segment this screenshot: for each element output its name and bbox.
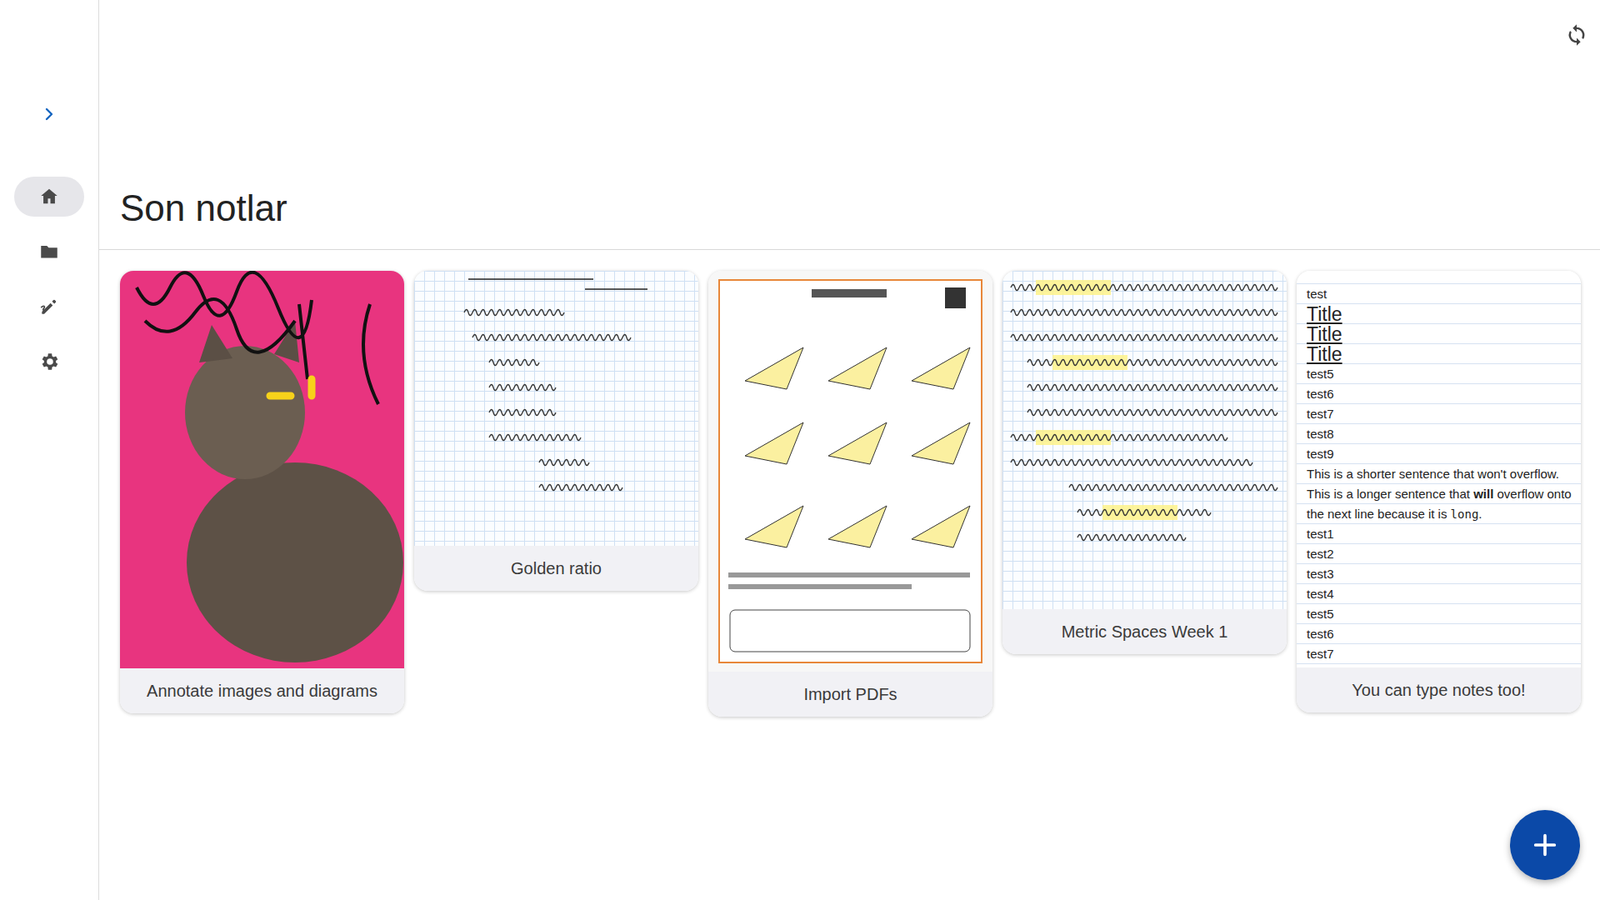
- note-title[interactable]: Import PDFs: [708, 671, 993, 717]
- sidebar-item[interactable]: [0, 334, 100, 390]
- typed-line: test7: [1306, 644, 1573, 665]
- typed-line: test5: [1306, 364, 1573, 385]
- text-run: will: [1473, 486, 1494, 501]
- sidebar-item-indicator[interactable]: [14, 341, 85, 382]
- note-preview[interactable]: testTitleTitleTitletest5test6test7test8t…: [1296, 270, 1581, 668]
- settings-gear-icon-svg[interactable]: [38, 350, 60, 373]
- sidebar-item-indicator[interactable]: [14, 286, 85, 327]
- note-card[interactable]: Import PDFs: [708, 270, 993, 717]
- pdf-preview[interactable]: [708, 270, 993, 672]
- text-run: test6: [1306, 386, 1335, 401]
- folder-icon-svg[interactable]: [38, 240, 60, 263]
- sidebar-item-indicator[interactable]: [14, 231, 85, 272]
- text-run: test3: [1306, 566, 1335, 581]
- top-bar: [99, 0, 1600, 70]
- note-title[interactable]: You can type notes too!: [1296, 667, 1581, 713]
- edit-icon-svg[interactable]: [38, 295, 60, 318]
- pdf-page: [718, 279, 983, 664]
- note-preview[interactable]: [120, 270, 405, 669]
- typed-line: Title: [1306, 344, 1573, 365]
- pdf-worksheet-icon-svg: [720, 280, 981, 662]
- text-run: test7: [1306, 406, 1335, 421]
- plus-icon[interactable]: [1530, 830, 1560, 860]
- typed-line: test3: [1306, 564, 1573, 585]
- note-card[interactable]: testTitleTitleTitletest5test6test7test8t…: [1296, 270, 1581, 713]
- home-icon[interactable]: [38, 185, 60, 208]
- text-run: Title: [1306, 323, 1343, 345]
- text-run: long: [1450, 507, 1480, 521]
- pdf-worksheet-icon: [720, 280, 981, 665]
- sidebar-item[interactable]: [0, 224, 100, 280]
- sync-icon-svg[interactable]: [1565, 23, 1589, 47]
- typed-line: test5: [1306, 604, 1573, 625]
- page-title: Son notlar: [120, 185, 1600, 232]
- text-run: .: [1478, 506, 1482, 521]
- text-run: test5: [1306, 366, 1335, 381]
- note-title[interactable]: Annotate images and diagrams: [120, 668, 405, 714]
- text-run: test2: [1306, 546, 1335, 561]
- note-card[interactable]: Annotate images and diagrams: [120, 270, 405, 714]
- note-photo[interactable]: [120, 270, 405, 669]
- text-run: This is a shorter sentence that won't ov…: [1306, 466, 1560, 481]
- typed-line: This is a shorter sentence that won't ov…: [1306, 464, 1573, 485]
- expand-button[interactable]: [32, 97, 66, 131]
- typed-note[interactable]: testTitleTitleTitletest5test6test7test8t…: [1296, 270, 1581, 668]
- folder-icon[interactable]: [38, 240, 60, 263]
- typed-line: Title: [1306, 324, 1573, 345]
- note-preview[interactable]: [1002, 270, 1287, 610]
- chevron-right-icon[interactable]: [39, 104, 60, 125]
- main-content: Son notlar Annotate images and diagrams Go…: [99, 0, 1600, 900]
- typed-line: test7: [1306, 404, 1573, 425]
- text-run: test: [1306, 286, 1327, 301]
- handwriting-sketch-icon-svg: [414, 270, 699, 546]
- typed-line: test6: [1306, 384, 1573, 405]
- typed-line: Title: [1306, 304, 1573, 325]
- text-run: test6: [1306, 626, 1335, 641]
- handwriting-sketch-icon: [414, 270, 699, 546]
- note-card[interactable]: Metric Spaces Week 1: [1002, 270, 1287, 655]
- typed-line: test6: [1306, 624, 1573, 645]
- typed-line: test4: [1306, 584, 1573, 605]
- text-run: test5: [1306, 606, 1335, 621]
- new-note-button[interactable]: [1510, 810, 1580, 880]
- page-header: Son notlar: [99, 70, 1600, 250]
- sidebar-item[interactable]: [0, 169, 100, 225]
- chevron-right-icon-svg[interactable]: [39, 104, 60, 125]
- text-run: Title: [1306, 343, 1343, 365]
- typed-line: test9: [1306, 444, 1573, 465]
- notes-grid: Annotate images and diagrams Golden ratio…: [99, 250, 1600, 717]
- text-run: test4: [1306, 586, 1335, 601]
- sidebar-item[interactable]: [0, 279, 100, 335]
- typed-line: test: [1306, 284, 1573, 305]
- text-run: test1: [1306, 526, 1335, 541]
- note-title[interactable]: Golden ratio: [414, 545, 699, 591]
- typed-line: test2: [1306, 544, 1573, 565]
- handwriting-sketch-icon-svg: [1002, 270, 1287, 610]
- note-card[interactable]: Golden ratio: [414, 270, 699, 591]
- typed-line: This is a longer sentence that will over…: [1306, 484, 1573, 525]
- text-run: Title: [1306, 303, 1343, 325]
- typed-line: test8: [1306, 424, 1573, 445]
- plus-icon-svg[interactable]: [1530, 830, 1560, 860]
- typed-line: test1: [1306, 524, 1573, 545]
- home-icon-svg[interactable]: [38, 185, 60, 208]
- note-canvas[interactable]: [1002, 270, 1287, 610]
- note-preview[interactable]: [414, 270, 699, 546]
- sidebar: [0, 0, 100, 900]
- note-title[interactable]: Metric Spaces Week 1: [1002, 609, 1287, 655]
- text-run: This is a longer sentence that: [1306, 486, 1474, 501]
- handwriting-sketch-icon: [1002, 270, 1287, 610]
- text-run: test7: [1306, 646, 1335, 661]
- note-preview[interactable]: [708, 270, 993, 672]
- text-run: test8: [1306, 426, 1335, 441]
- note-canvas[interactable]: [414, 270, 699, 546]
- edit-icon[interactable]: [38, 295, 60, 318]
- text-run: test9: [1306, 446, 1335, 461]
- cat-photo-icon: [120, 270, 405, 669]
- cat-photo-icon-svg: [120, 270, 405, 669]
- sidebar-item-indicator[interactable]: [14, 176, 85, 217]
- settings-gear-icon[interactable]: [38, 350, 60, 373]
- sync-icon[interactable]: [1565, 23, 1589, 47]
